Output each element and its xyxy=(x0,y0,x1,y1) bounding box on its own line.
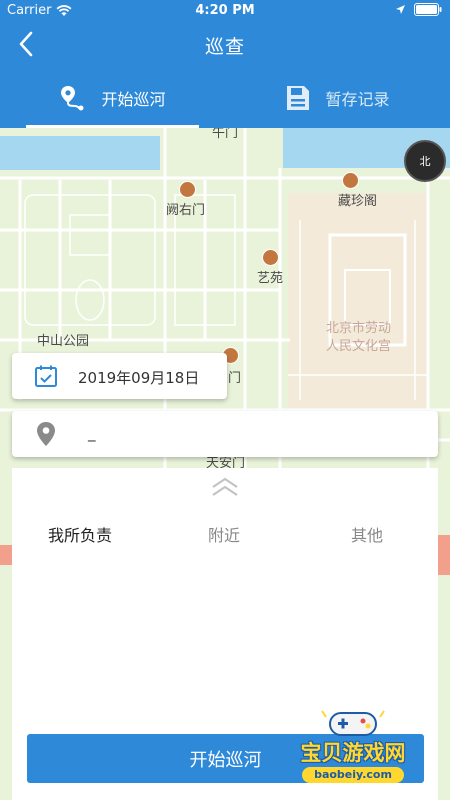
chevron-up-icon[interactable] xyxy=(210,476,240,498)
map-label: 艺苑 xyxy=(257,271,284,286)
tab-label: 开始巡河 xyxy=(101,90,166,109)
battery-icon xyxy=(414,3,442,16)
museum-marker-icon[interactable] xyxy=(179,181,196,198)
location-card[interactable]: _ xyxy=(12,411,438,457)
segment-other[interactable]: 其他 xyxy=(351,522,383,546)
clock: 4:20 PM xyxy=(195,3,255,18)
page-title: 巡查 xyxy=(204,36,245,58)
museum-marker-icon[interactable] xyxy=(262,249,279,266)
calendar-check-icon xyxy=(35,365,57,387)
watermark: 宝贝游戏网 baobeiy.com xyxy=(278,707,428,795)
tab-label: 暂存记录 xyxy=(325,90,390,109)
location-arrow-icon xyxy=(396,5,405,14)
compass-icon[interactable]: 北 xyxy=(404,140,446,182)
header: Carrier 4:20 PM 巡查 开始巡河 暂存记录 xyxy=(0,0,450,128)
compass-north-label: 北 xyxy=(419,155,431,168)
patrol-screen: 午门 阙右门 藏珍阁 艺苑 中山公园 北京市劳动 人民文化宫 门 天安门 北 C… xyxy=(0,0,450,800)
date-value: 2019年09月18日 xyxy=(78,369,200,387)
tab-bar: 开始巡河 暂存记录 xyxy=(0,68,450,128)
map-label: 人民文化宫 xyxy=(326,339,392,354)
watermark-title: 宝贝游戏网 xyxy=(300,741,406,765)
location-value: _ xyxy=(88,424,96,442)
map-label: 藏珍阁 xyxy=(338,194,378,209)
status-bar: Carrier 4:20 PM xyxy=(0,0,450,22)
date-picker-card[interactable]: 2019年09月18日 xyxy=(12,353,227,399)
watermark-url: baobeiy.com xyxy=(302,767,404,783)
status-right xyxy=(395,3,442,16)
map-label: 门 xyxy=(228,371,242,386)
start-patrol-button-label: 开始巡河 xyxy=(189,749,262,771)
map-label: 北京市劳动 xyxy=(326,321,392,336)
route-pin-icon xyxy=(61,86,84,111)
map-label: 午门 xyxy=(212,128,239,141)
map-label: 阙右门 xyxy=(166,203,206,218)
gamepad-logo-icon xyxy=(321,710,385,736)
tab-saved-records[interactable]: 暂存记录 xyxy=(225,68,450,128)
location-pin-icon xyxy=(37,422,55,446)
tab-start-patrol[interactable]: 开始巡河 xyxy=(0,68,225,128)
save-icon xyxy=(287,86,310,110)
segment-my-responsibility[interactable]: 我所负责 xyxy=(48,522,112,546)
segment-nearby[interactable]: 附近 xyxy=(208,522,240,546)
museum-marker-icon[interactable] xyxy=(342,172,359,189)
map-label: 中山公园 xyxy=(37,334,90,349)
nav-bar: 巡查 xyxy=(0,22,450,68)
active-tab-indicator xyxy=(26,125,199,128)
